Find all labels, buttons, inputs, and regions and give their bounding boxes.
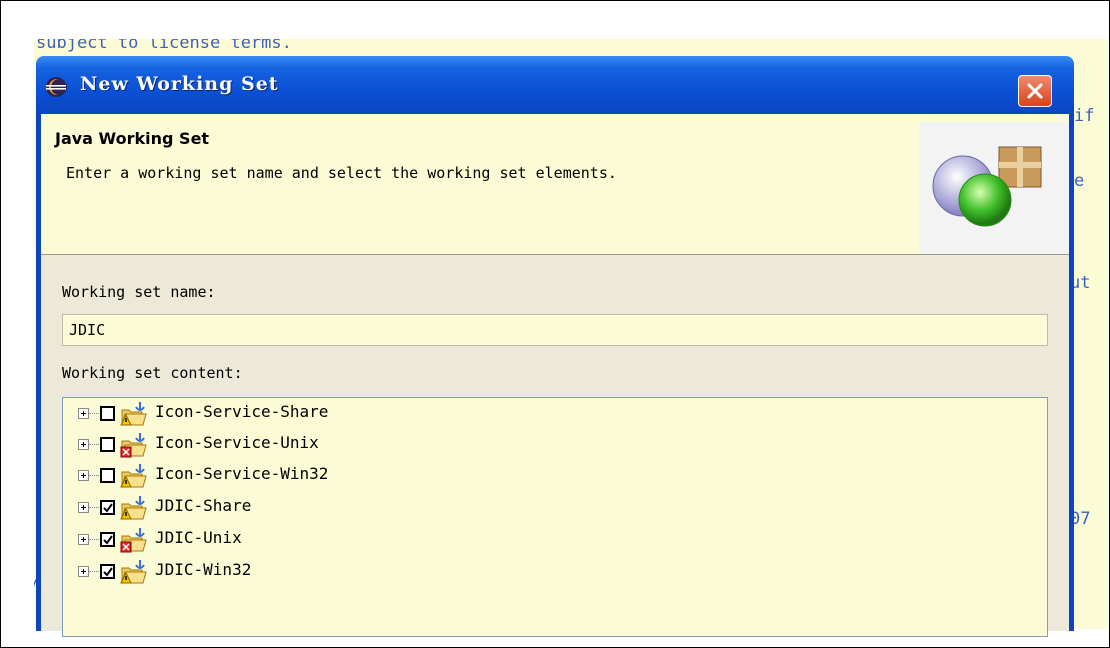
wizard-header-description: Enter a working set name and select the … [66, 164, 617, 182]
expand-icon[interactable] [78, 439, 89, 450]
editor-line: subject to license terms. [36, 39, 292, 53]
dialog-body-border: Java Working Set Enter a working set nam… [36, 114, 1074, 637]
new-working-set-dialog: New Working Set Java Working Set Enter a… [36, 56, 1074, 637]
checkbox-checked[interactable] [100, 500, 115, 515]
tree-connector [89, 413, 99, 414]
header-separator [41, 254, 1069, 255]
checkbox-checked[interactable] [100, 532, 115, 547]
tree-item-label: Icon-Service-Unix [155, 433, 319, 452]
java-project-error-icon [120, 433, 147, 458]
working-set-name-input[interactable] [62, 314, 1048, 346]
checkbox[interactable] [100, 406, 115, 421]
checkbox[interactable] [100, 437, 115, 452]
working-set-content-tree[interactable]: Icon-Service-Share Icon-Service-Unix Ico… [62, 397, 1048, 637]
checkbox-checked[interactable] [100, 564, 115, 579]
wizard-header-title: Java Working Set [55, 129, 210, 148]
editor-line-fragment: e [1074, 171, 1085, 191]
tree-connector [89, 444, 99, 445]
expand-icon[interactable] [78, 502, 89, 513]
checkbox[interactable] [100, 468, 115, 483]
tree-item-label: JDIC-Share [155, 496, 252, 515]
editor-line-fragment: if [1074, 106, 1095, 126]
tree-connector [89, 571, 99, 572]
tree-item-label: JDIC-Unix [155, 528, 242, 547]
tree-item-icon-service-win32[interactable]: Icon-Service-Win32 [63, 461, 1023, 491]
close-icon [1027, 83, 1043, 99]
expand-icon[interactable] [78, 408, 89, 419]
checkmark-icon [103, 503, 113, 513]
tree-item-icon-service-share[interactable]: Icon-Service-Share [63, 399, 1023, 429]
tree-item-label: JDIC-Win32 [155, 560, 252, 579]
dialog-content: Java Working Set Enter a working set nam… [41, 114, 1069, 637]
tree-connector [89, 475, 99, 476]
close-button[interactable] [1018, 75, 1052, 107]
tree-item-jdic-win32[interactable]: JDIC-Win32 [63, 557, 1023, 587]
working-set-wizard-icon [919, 122, 1069, 254]
wizard-header: Java Working Set Enter a working set nam… [41, 114, 1069, 254]
working-set-content-label: Working set content: [62, 364, 243, 382]
tree-item-label: Icon-Service-Share [155, 402, 329, 421]
checkmark-icon [103, 567, 113, 577]
eclipse-icon [46, 77, 67, 97]
java-project-warning-icon [120, 496, 147, 520]
java-project-warning-icon [120, 464, 147, 488]
java-project-warning-icon [120, 402, 147, 426]
checkmark-icon [103, 535, 113, 545]
java-project-warning-icon [120, 560, 147, 584]
window-frame: subject to license terms. if e ut 07 / N… [0, 0, 1110, 648]
dialog-title: New Working Set [80, 73, 279, 95]
expand-icon[interactable] [78, 566, 89, 577]
tree-connector [89, 507, 99, 508]
tree-item-jdic-unix[interactable]: JDIC-Unix [63, 525, 1023, 555]
expand-icon[interactable] [78, 534, 89, 545]
java-project-error-icon [120, 528, 147, 553]
dialog-titlebar[interactable]: New Working Set [36, 56, 1074, 116]
tree-item-icon-service-unix[interactable]: Icon-Service-Unix [63, 430, 1023, 460]
tree-item-label: Icon-Service-Win32 [155, 464, 329, 483]
expand-icon[interactable] [78, 470, 89, 481]
working-set-name-label: Working set name: [62, 283, 216, 301]
tree-connector [89, 539, 99, 540]
tree-item-jdic-share[interactable]: JDIC-Share [63, 493, 1023, 523]
